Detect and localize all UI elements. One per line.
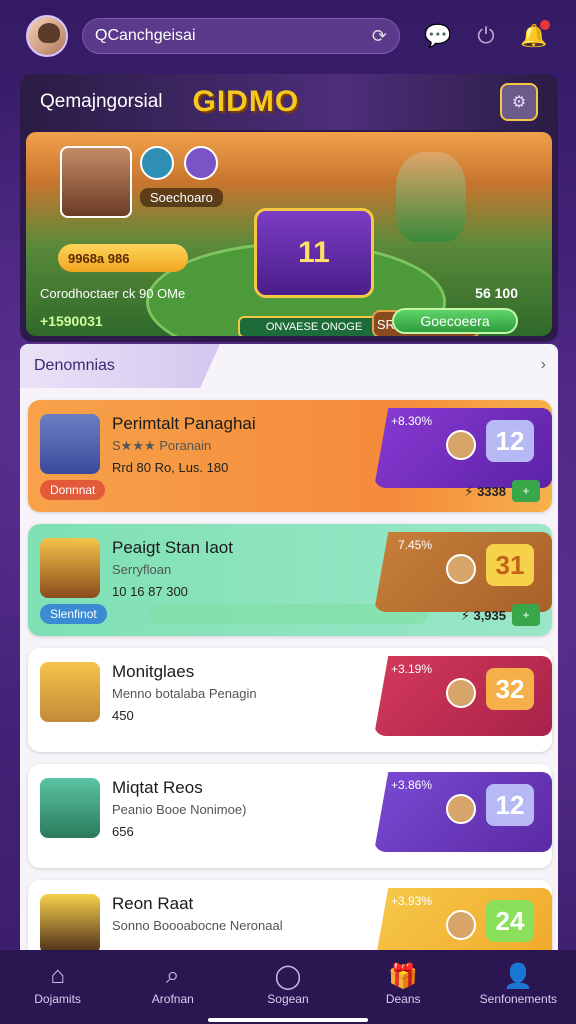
add-button[interactable]: + (512, 604, 540, 626)
item-percent: +3.86% (390, 778, 432, 792)
avatar (446, 430, 476, 460)
item-thumbnail (40, 662, 100, 722)
item-title: Peaigt Stan Iaot (112, 538, 233, 557)
player-subtitle: Soechoaro (140, 188, 223, 207)
item-percent: +8.30% (390, 414, 432, 428)
game-logo: GIDMO (192, 85, 300, 118)
nav-label: Sogean (267, 992, 309, 1006)
list-item[interactable]: Peaigt Stan Iaot Serryfloan 10 16 87 300… (28, 524, 552, 636)
list-item[interactable]: Reon Raat Sonno Boooabocne Neronaal +3.9… (28, 880, 552, 950)
nav-label: Arofnan (151, 992, 194, 1006)
power-icon[interactable]: ⏻ (470, 20, 502, 52)
item-thumbnail (40, 538, 100, 598)
avatar (446, 678, 476, 708)
item-thumbnail (40, 778, 100, 838)
item-subtitle: Menno botalaba Penagin (112, 686, 257, 701)
nav-gifts[interactable]: 🎁 Deans (353, 962, 453, 1006)
nav-label: Dojamits (34, 992, 81, 1006)
hero-action-row: +1590031 Goecoeera (20, 306, 538, 336)
bell-icon[interactable]: 🔔 (518, 20, 550, 52)
badge-icon[interactable] (140, 146, 174, 180)
item-stats: Rrd 80 Ro, Lus. 180 (112, 460, 229, 475)
item-number: 24 (486, 900, 534, 942)
hero-stats-right: 56 100 (475, 285, 518, 301)
list-item[interactable]: Miqtat Reos Peanio Booe Nonimoe) 656 +3.… (28, 764, 552, 868)
avatar[interactable] (26, 15, 68, 57)
list-item[interactable]: Monitglaes Menno botalaba Penagin 450 +3… (28, 648, 552, 752)
nav-profile[interactable]: 👤 Senfonements (468, 962, 568, 1006)
item-number: 12 (486, 420, 534, 462)
nav-center[interactable]: ◯ Sogean (238, 962, 338, 1006)
avatar (446, 794, 476, 824)
hero-stats-left: Corodhoctaer ck 90 OMe (40, 285, 186, 301)
search-text[interactable]: QCanchgeisai (95, 27, 372, 45)
item-title: Perimtalt Panaghai (112, 414, 256, 433)
item-percent: 7.45% (397, 538, 432, 552)
item-stats: 656 (112, 824, 134, 839)
hero-stats-row: Corodhoctaer ck 90 OMe 56 100 (20, 280, 538, 306)
search-icon: ⌕ (166, 962, 180, 989)
item-number: 12 (486, 784, 534, 826)
go-button[interactable]: Goecoeera (392, 308, 518, 334)
character-icon (396, 152, 466, 242)
avatar (446, 910, 476, 940)
item-number: 32 (486, 668, 534, 710)
nav-home[interactable]: ⌂ Dojamits (8, 962, 108, 1006)
home-indicator[interactable] (208, 1018, 368, 1022)
item-coins: ⚡ 3338 (464, 484, 506, 499)
hero-header: Qemajngorsial GIDMO ⚙ (20, 74, 558, 130)
item-coins: ⚡ 3,935 (460, 608, 506, 623)
item-tag[interactable]: Donnnat (40, 480, 106, 500)
item-subtitle: Serryfloan (112, 562, 172, 577)
chat-icon[interactable]: 💬 (422, 20, 454, 52)
list-item[interactable]: Perimtalt Panaghai S★★★ Poranain Rrd 80 … (28, 400, 552, 512)
top-bar: QCanchgeisai ⟳ 💬 ⏻ 🔔 (0, 0, 576, 72)
item-percent: +3.93% (390, 894, 432, 908)
item-number: 31 (486, 544, 534, 586)
nav-search[interactable]: ⌕ Arofnan (123, 962, 223, 1006)
bottom-navigation: ⌂ Dojamits ⌕ Arofnan ◯ Sogean 🎁 Deans 👤 … (0, 950, 576, 1024)
games-panel: Denomnias › Perimtalt Panaghai S★★★ Pora… (20, 344, 558, 950)
gold-pill: 9968a 986 (58, 244, 188, 272)
hero-card: Qemajngorsial GIDMO ⚙ Soechoaro 9968a 98… (20, 74, 558, 342)
top-icons: 💬 ⏻ 🔔 (422, 20, 550, 52)
panel-header: Denomnias › (20, 344, 558, 388)
nav-label: Deans (385, 992, 421, 1006)
hero-title: Qemajngorsial (40, 91, 163, 112)
player-portrait[interactable] (60, 146, 132, 218)
home-icon: ⌂ (50, 962, 65, 989)
item-stats: 450 (112, 708, 134, 723)
item-stats: 10 16 87 300 (112, 584, 188, 599)
item-thumbnail (40, 894, 100, 950)
circle-icon: ◯ (274, 963, 302, 990)
profile-icon: 👤 (503, 963, 534, 990)
reward-text: +1590031 (40, 313, 103, 329)
item-subtitle: Peanio Booe Nonimoe) (112, 802, 247, 817)
settings-icon[interactable]: ⚙ (500, 83, 538, 121)
nav-label: Senfonements (479, 992, 558, 1006)
search-input[interactable]: QCanchgeisai ⟳ (82, 18, 400, 54)
badge-icon[interactable] (184, 146, 218, 180)
avatar (446, 554, 476, 584)
refresh-icon[interactable]: ⟳ (372, 26, 387, 47)
gift-icon: 🎁 (388, 963, 419, 990)
item-subtitle: Sonno Boooabocne Neronaal (112, 918, 283, 933)
item-title: Miqtat Reos (112, 778, 203, 797)
item-subtitle: S★★★ Poranain (112, 438, 212, 453)
item-thumbnail (40, 414, 100, 474)
item-percent: +3.19% (390, 662, 432, 676)
chevron-right-icon[interactable]: › (541, 356, 546, 374)
item-title: Monitglaes (112, 662, 195, 681)
add-button[interactable]: + (512, 480, 540, 502)
item-title: Reon Raat (112, 894, 194, 913)
notification-dot (540, 20, 550, 30)
item-tag[interactable]: Slenfinot (40, 604, 107, 624)
panel-tab[interactable]: Denomnias (20, 344, 220, 388)
